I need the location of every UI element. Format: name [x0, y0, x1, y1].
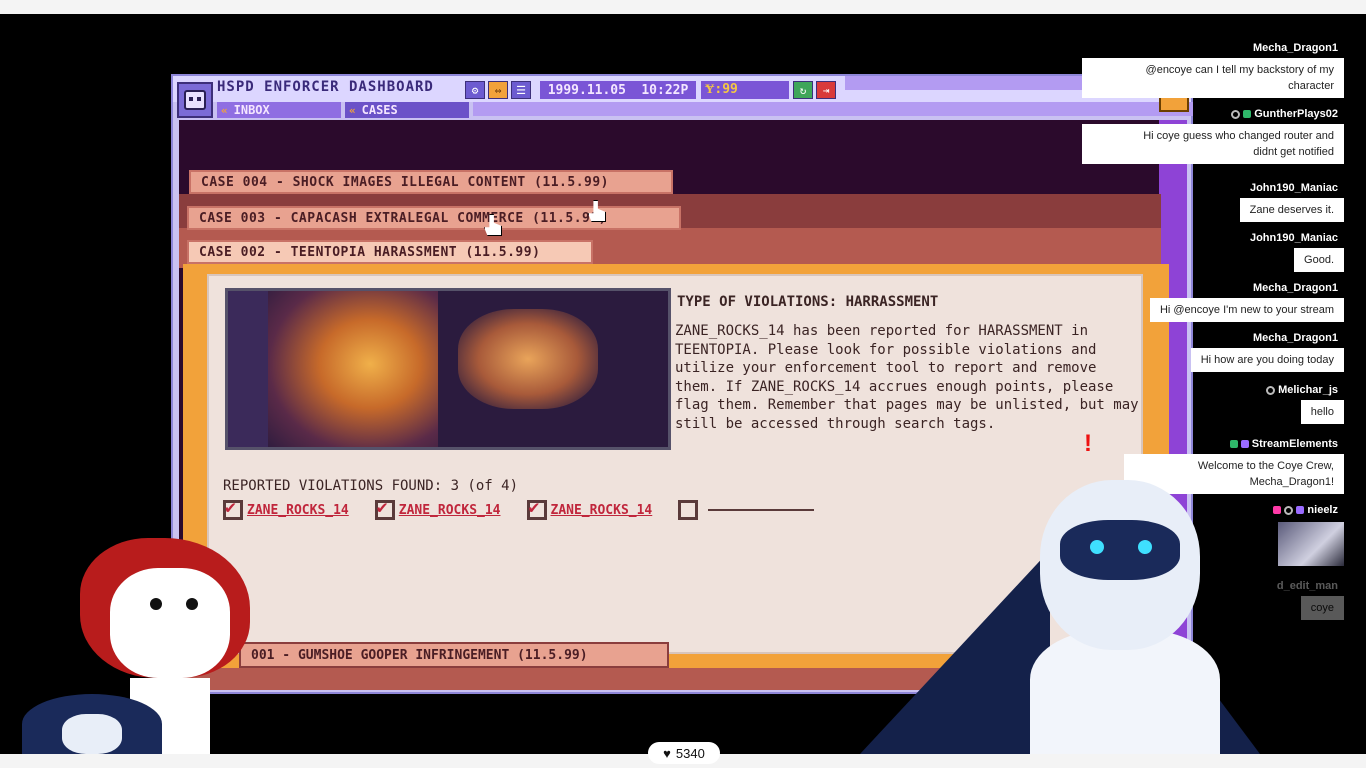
gear-icon[interactable]: ⚙ [465, 81, 485, 99]
swap-icon[interactable]: ⇔ [488, 81, 508, 99]
date-time-display: 1999.11.05 10:22P [540, 81, 696, 99]
chat-message: @encoye can I tell my backstory of my ch… [1082, 58, 1344, 98]
chevron-left-icon: « [221, 103, 228, 117]
chat-username: John190_Maniac [1243, 230, 1344, 246]
chat-username: nieelz [1267, 502, 1344, 518]
coin-counter: Ɏ:99 [701, 81, 789, 99]
case-tab-003[interactable]: CASE 003 - CAPACASH EXTRALEGAL COMMERCE … [187, 206, 681, 230]
chat-username-text: nieelz [1307, 504, 1338, 516]
like-count: 5340 [675, 745, 705, 761]
badge-icon [1296, 506, 1305, 514]
chat-text: @encoye can I tell my backstory of my [1145, 64, 1334, 76]
chat-message: Hi @encoye I'm new to your stream [1149, 298, 1344, 322]
chat-username: d_edit_man [1270, 578, 1344, 594]
time-text: 10:22P [641, 82, 689, 98]
chevron-left-icon: « [349, 103, 356, 117]
chat-message: hello [1300, 400, 1344, 424]
toolbar-icons: ⚙ ⇔ ☰ [465, 81, 531, 99]
chat-message: Hi how are you doing today [1190, 348, 1344, 372]
refresh-icon[interactable]: ↻ [793, 81, 813, 99]
chat-username: Melichar_js [1260, 382, 1344, 398]
violation-type: TYPE OF VIOLATIONS: HARRASSMENT [677, 294, 939, 310]
chat-emote-image [1278, 522, 1344, 566]
case-tab-002[interactable]: CASE 002 - TEENTOPIA HARASSMENT (11.5.99… [187, 240, 593, 264]
chat-username: Mecha_Dragon1 [1247, 330, 1344, 346]
chat-text: didnt get notified [1253, 146, 1334, 158]
browser-top-bar [0, 0, 1366, 14]
violation-item[interactable]: ZANE_ROCKS_14 [223, 497, 349, 520]
case-tab-004[interactable]: CASE 004 - SHOCK IMAGES ILLEGAL CONTENT … [189, 170, 673, 194]
violation-item[interactable]: ZANE_ROCKS_14 [374, 497, 501, 520]
badge-icon [1243, 110, 1252, 118]
badge-icon [1231, 109, 1241, 119]
app-logo-icon [177, 82, 213, 118]
toolbar-right: ↻ ⇥ [793, 81, 836, 99]
title-bar: HSPD ENFORCER DASHBOARD ⚙ ⇔ ☰ 1999.11.05… [173, 76, 1193, 102]
case-description: ZANE_ROCKS_14 has been reported for HARA… [675, 323, 1139, 432]
chat-username: Mecha_Dragon1 [1247, 280, 1344, 296]
checkbox-checked[interactable] [526, 497, 547, 520]
streamer-avatar-small [22, 694, 162, 754]
chat-text: character [1288, 80, 1334, 92]
logout-icon[interactable]: ⇥ [816, 81, 836, 99]
violation-item[interactable]: ZANE_ROCKS_14 [526, 497, 653, 520]
chat-username: GuntherPlays02 [1225, 106, 1344, 122]
empty-violation-slot [708, 509, 815, 511]
tab-inbox[interactable]: « INBOX [217, 102, 341, 118]
menu-icon[interactable]: ☰ [511, 81, 531, 99]
badge-icon [1273, 506, 1282, 514]
chat-message: coye [1300, 596, 1344, 620]
chat-username: StreamElements [1223, 436, 1344, 452]
streamer-avatar-dragon: ! [860, 430, 1260, 754]
chat-message: Zane deserves it. [1239, 198, 1344, 222]
checkbox-checked[interactable] [223, 497, 243, 520]
heart-icon: ♥ [663, 745, 671, 761]
violations-found-label: REPORTED VIOLATIONS FOUND: 3 (of 4) [223, 478, 519, 494]
tab-inbox-label: INBOX [233, 103, 270, 117]
checkbox-unchecked[interactable] [678, 500, 699, 520]
violation-list: ZANE_ROCKS_14 ZANE_ROCKS_14 ZANE_ROCKS_1… [223, 497, 815, 520]
chat-message: Hi coye guess who changed router and did… [1082, 124, 1344, 164]
chat-username: Mecha_Dragon1 [1247, 40, 1344, 56]
alert-icon: ! [1084, 430, 1092, 457]
tab-cases-label: CASES [361, 103, 398, 117]
checkbox-checked[interactable] [374, 497, 395, 520]
tab-cases[interactable]: « CASES [345, 102, 469, 118]
date-text: 1999.11.05 [547, 82, 626, 98]
case-evidence-image [225, 288, 671, 450]
app-title: HSPD ENFORCER DASHBOARD [217, 79, 434, 95]
badge-icon [1229, 440, 1238, 448]
chat-message: Good. [1294, 248, 1344, 272]
violation-link[interactable]: ZANE_ROCKS_14 [247, 503, 349, 518]
chat-username: John190_Maniac [1243, 180, 1344, 196]
badge-icon [1240, 440, 1249, 448]
nav-tabs: « INBOX « CASES [217, 102, 469, 118]
badge-icon [1284, 505, 1294, 515]
violation-link[interactable]: ZANE_ROCKS_14 [551, 503, 653, 518]
case-tab-001[interactable]: 001 - GUMSHOE GOOPER INFRINGEMENT (11.5.… [239, 642, 669, 668]
violation-item-empty[interactable] [678, 500, 815, 520]
chat-username-text: GuntherPlays02 [1254, 108, 1338, 120]
badge-icon [1266, 385, 1276, 395]
chat-text: Hi coye guess who changed router and [1143, 130, 1334, 142]
chat-username-text: Melichar_js [1278, 384, 1338, 396]
chat-username-text: StreamElements [1251, 438, 1338, 450]
like-counter[interactable]: ♥ 5340 [648, 742, 720, 764]
violation-link[interactable]: ZANE_ROCKS_14 [399, 503, 501, 518]
